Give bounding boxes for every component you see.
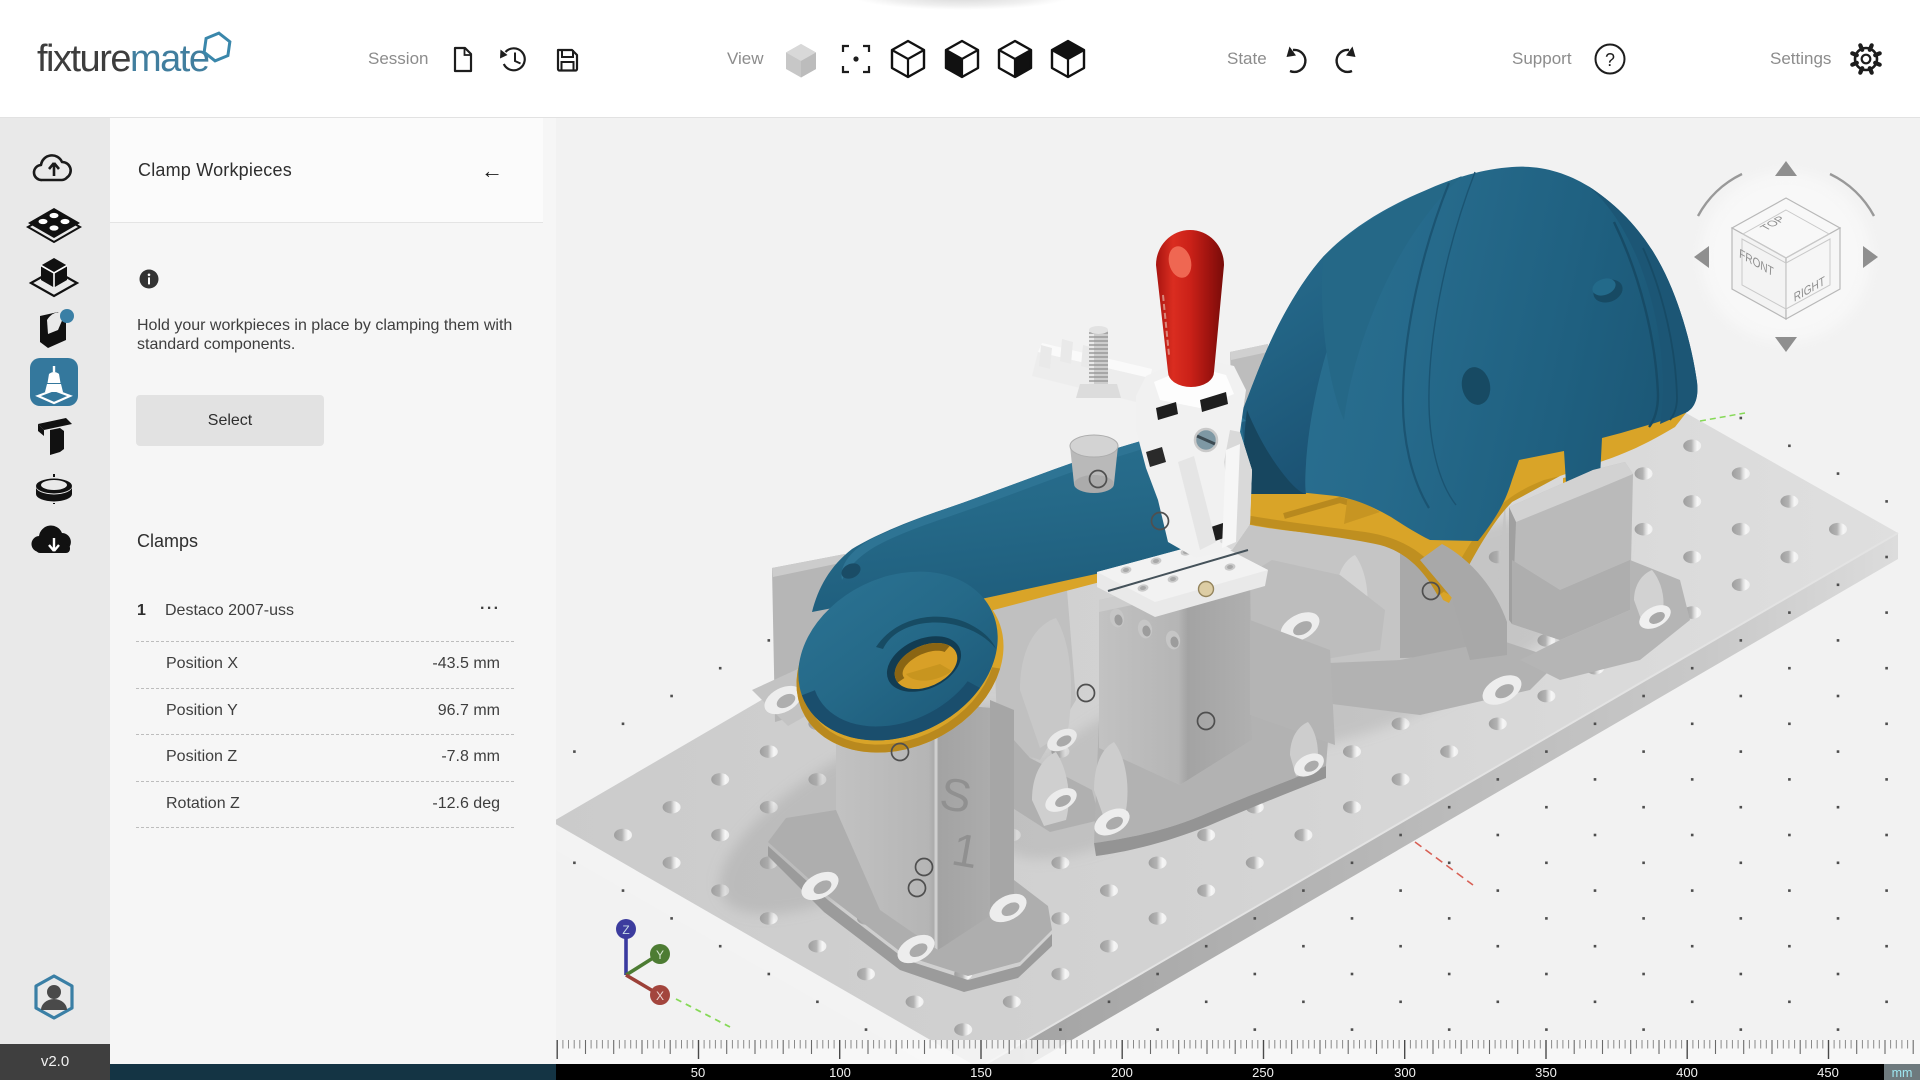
svg-text:Z: Z	[622, 923, 629, 937]
svg-text:X: X	[656, 989, 664, 1003]
svg-text:50: 50	[691, 1065, 705, 1080]
svg-text:100: 100	[829, 1065, 851, 1080]
svg-text:?: ?	[1605, 50, 1615, 70]
svg-text:300: 300	[1394, 1065, 1416, 1080]
svg-text:Y: Y	[656, 948, 664, 962]
svg-text:150: 150	[970, 1065, 992, 1080]
svg-text:200: 200	[1111, 1065, 1133, 1080]
svg-text:mm: mm	[1892, 1066, 1913, 1080]
svg-text:350: 350	[1535, 1065, 1557, 1080]
svg-text:450: 450	[1817, 1065, 1839, 1080]
svg-text:400: 400	[1676, 1065, 1698, 1080]
svg-text:250: 250	[1252, 1065, 1274, 1080]
